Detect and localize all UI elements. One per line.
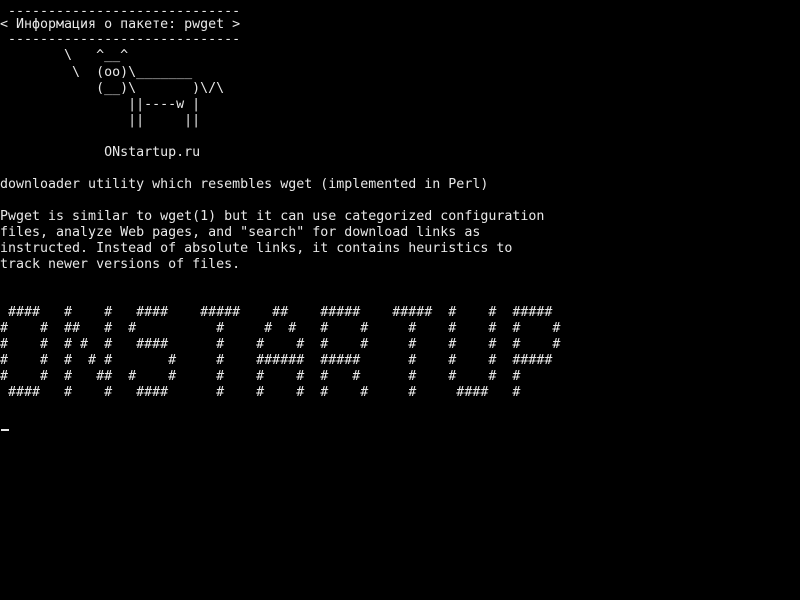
banner-line: # # # # # #### # # # # # # # # # # [0, 337, 561, 352]
banner-line: #### # # #### ##### ## ##### ##### # # #… [0, 305, 553, 320]
cow-art-line: \ ^__^ [0, 48, 129, 63]
banner-line: #### # # #### # # # # # # #### # [0, 385, 521, 400]
description-line: files, analyze Web pages, and "search" f… [0, 225, 481, 240]
cow-art-line: \ (oo)\_______ [0, 65, 193, 80]
banner-line: # # ## # # # # # # # # # # # # [0, 321, 561, 336]
cow-art-line: (__)\ )\/\ [0, 81, 225, 96]
description-line: Pwget is similar to wget(1) but it can u… [0, 209, 545, 224]
bubble-title: < Информация о пакете: pwget > [0, 17, 241, 32]
cow-art-line: ||----w | [0, 97, 201, 112]
description-line: instructed. Instead of absolute links, i… [0, 241, 513, 256]
cow-art-line: || || [0, 113, 201, 128]
banner-line: # # # # # # # ###### ##### # # # ##### [0, 353, 553, 368]
description-line: track newer versions of files. [0, 257, 241, 272]
banner-line: # # # ## # # # # # # # # # # # [0, 369, 521, 384]
site-label: ONstartup.ru [0, 145, 201, 160]
package-summary: downloader utility which resembles wget … [0, 177, 489, 192]
terminal-screen[interactable]: ----------------------------- < Информац… [0, 0, 800, 600]
text-cursor [1, 429, 9, 431]
bubble-border-bottom: ----------------------------- [0, 32, 241, 47]
